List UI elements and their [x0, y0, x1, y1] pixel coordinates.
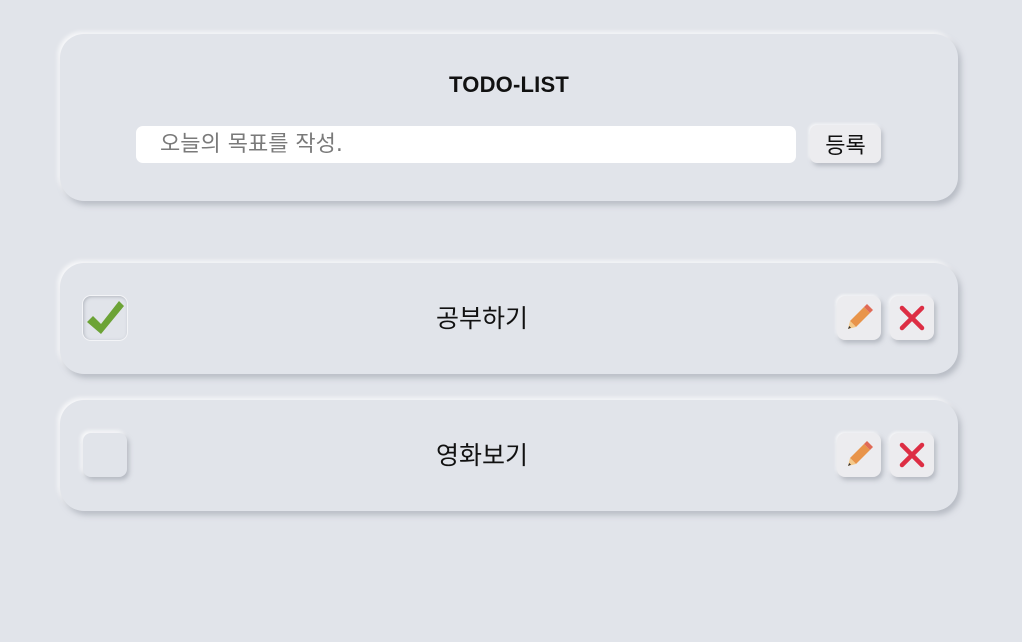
todo-header-card: TODO-LIST 등록	[60, 34, 958, 201]
delete-button[interactable]	[890, 433, 934, 477]
page-title: TODO-LIST	[449, 72, 569, 97]
pencil-icon	[848, 441, 873, 466]
todo-item: 공부하기	[60, 263, 958, 374]
pencil-icon	[848, 304, 873, 329]
edit-button[interactable]	[837, 433, 881, 477]
close-icon	[899, 442, 925, 468]
todo-input-wrapper	[136, 126, 796, 163]
edit-button[interactable]	[837, 296, 881, 340]
todo-item: 영화보기	[60, 400, 958, 511]
todo-input[interactable]	[136, 126, 796, 163]
todo-text: 영화보기	[435, 441, 528, 470]
delete-button[interactable]	[890, 296, 934, 340]
close-icon	[899, 305, 925, 331]
todo-text: 공부하기	[435, 304, 528, 333]
submit-button[interactable]: 등록	[810, 125, 881, 163]
